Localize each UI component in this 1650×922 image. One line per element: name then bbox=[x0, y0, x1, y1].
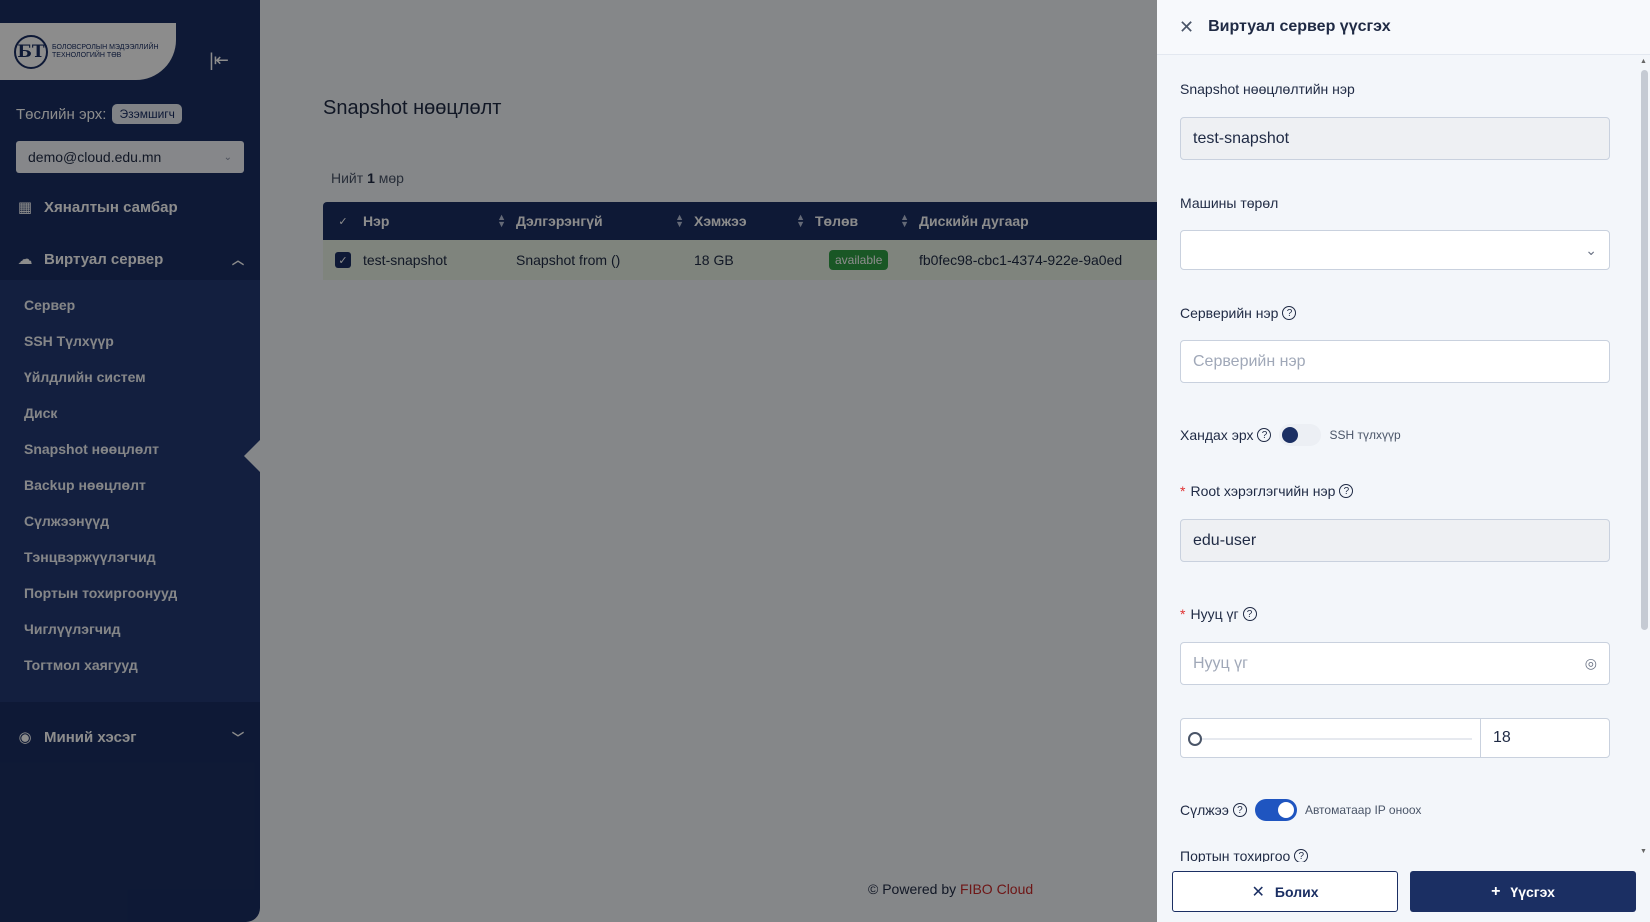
help-icon[interactable]: ? bbox=[1242, 607, 1257, 621]
scrollbar-thumb[interactable] bbox=[1641, 70, 1648, 630]
eye-off-icon[interactable]: ◎ bbox=[1585, 655, 1597, 672]
slider-handle[interactable] bbox=[1188, 732, 1202, 746]
server-name-label: Серверийн нэр ? bbox=[1180, 305, 1297, 321]
root-user-value: edu-user bbox=[1193, 531, 1257, 549]
password-label-text: Нууц үг bbox=[1190, 606, 1239, 622]
drawer-header: ✕ Виртуал сервер үүсгэх bbox=[1157, 0, 1650, 55]
snapshot-name-value: test-snapshot bbox=[1193, 129, 1290, 147]
password-placeholder: Нууц үг bbox=[1193, 654, 1248, 672]
drawer-scrollbar[interactable]: ▲ ▼ bbox=[1638, 58, 1650, 858]
toggle-knob bbox=[1282, 427, 1299, 443]
slider-rail bbox=[1195, 738, 1472, 740]
help-icon[interactable]: ? bbox=[1257, 428, 1272, 442]
access-label-text: Хандах эрх bbox=[1180, 427, 1254, 443]
required-marker: * bbox=[1180, 483, 1186, 499]
auto-ip-toggle-label: Автоматаар IP оноох bbox=[1304, 803, 1422, 817]
disk-size-slider[interactable] bbox=[1181, 719, 1481, 757]
drawer-footer: ✕ Болих + Үүсгэх bbox=[1157, 862, 1650, 922]
ssh-key-toggle[interactable] bbox=[1279, 424, 1322, 446]
machine-type-label-text: Машины төрөл bbox=[1180, 195, 1279, 211]
help-icon[interactable]: ? bbox=[1282, 306, 1297, 320]
help-icon[interactable]: ? bbox=[1294, 849, 1309, 863]
help-icon[interactable]: ? bbox=[1232, 803, 1247, 817]
machine-type-label: Машины төрөл bbox=[1180, 195, 1278, 211]
plus-icon: + bbox=[1491, 882, 1501, 900]
disk-size-value: 18 bbox=[1493, 729, 1511, 746]
network-label-text: Сүлжээ bbox=[1180, 802, 1229, 818]
machine-type-select[interactable]: ⌄ bbox=[1180, 230, 1610, 270]
network-label: Сүлжээ ? Автоматаар IP оноох bbox=[1180, 799, 1421, 821]
scroll-up-icon[interactable]: ▲ bbox=[1640, 58, 1647, 65]
help-icon[interactable]: ? bbox=[1339, 484, 1354, 498]
password-input[interactable]: Нууц үг ◎ bbox=[1180, 642, 1610, 685]
server-name-placeholder: Серверийн нэр bbox=[1193, 352, 1306, 370]
root-user-field[interactable]: edu-user bbox=[1180, 519, 1610, 562]
snapshot-name-field[interactable]: test-snapshot bbox=[1180, 117, 1610, 160]
server-name-input[interactable]: Серверийн нэр bbox=[1180, 340, 1610, 383]
cancel-button-label: Болих bbox=[1274, 883, 1319, 900]
snapshot-name-label: Snapshot нөөцлөлтийн нэр bbox=[1180, 81, 1355, 97]
snapshot-name-label-text: Snapshot нөөцлөлтийн нэр bbox=[1180, 81, 1355, 97]
cancel-button[interactable]: ✕ Болих bbox=[1172, 871, 1398, 912]
disk-size-control: 18 bbox=[1180, 718, 1610, 758]
create-server-drawer: ✕ Виртуал сервер үүсгэх Snapshot нөөцлөл… bbox=[1157, 0, 1650, 922]
create-button[interactable]: + Үүсгэх bbox=[1410, 871, 1636, 912]
root-user-label: * Root хэрэглэгчийн нэр ? bbox=[1180, 483, 1354, 499]
close-icon: ✕ bbox=[1251, 883, 1265, 901]
close-icon[interactable]: ✕ bbox=[1179, 17, 1194, 38]
password-label: * Нууц үг ? bbox=[1180, 606, 1257, 622]
root-user-label-text: Root хэрэглэгчийн нэр bbox=[1190, 483, 1336, 499]
disk-size-input[interactable]: 18 bbox=[1481, 719, 1609, 757]
server-name-label-text: Серверийн нэр bbox=[1180, 305, 1279, 321]
scroll-down-icon[interactable]: ▼ bbox=[1640, 848, 1647, 855]
create-button-label: Үүсгэх bbox=[1510, 883, 1555, 900]
ssh-key-toggle-label: SSH түлхүүр bbox=[1329, 428, 1401, 442]
access-label: Хандах эрх ? SSH түлхүүр bbox=[1180, 424, 1401, 446]
toggle-knob bbox=[1277, 802, 1294, 818]
required-marker: * bbox=[1180, 606, 1186, 622]
drawer-title: Виртуал сервер үүсгэх bbox=[1208, 18, 1391, 35]
auto-ip-toggle[interactable] bbox=[1254, 799, 1297, 821]
chevron-down-icon: ⌄ bbox=[1585, 241, 1597, 258]
